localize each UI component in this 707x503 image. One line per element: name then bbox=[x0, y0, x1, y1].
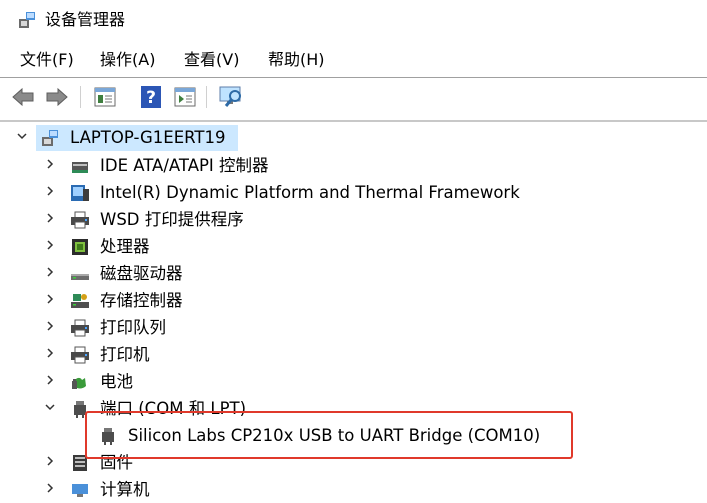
tree-item-label: 计算机 bbox=[100, 480, 150, 499]
device-manager-icon bbox=[19, 12, 35, 28]
computer-icon bbox=[42, 130, 58, 146]
tree-item[interactable]: 打印队列 bbox=[0, 314, 707, 341]
chevron-right-icon[interactable] bbox=[44, 455, 56, 467]
menu-view[interactable]: 查看(V) bbox=[180, 40, 243, 76]
tree-item[interactable]: 存储控制器 bbox=[0, 287, 707, 314]
tree-item[interactable]: 处理器 bbox=[0, 233, 707, 260]
tree-item[interactable]: 磁盘驱动器 bbox=[0, 260, 707, 287]
toolbar-separator bbox=[80, 86, 81, 108]
tree-item-label: Intel(R) Dynamic Platform and Thermal Fr… bbox=[100, 183, 520, 202]
toolbar: ? bbox=[0, 78, 707, 120]
menu-bar: 文件(F) 操作(A) 查看(V) 帮助(H) bbox=[0, 40, 707, 76]
tree-item[interactable]: Intel(R) Dynamic Platform and Thermal Fr… bbox=[0, 179, 707, 206]
tree-item[interactable]: 打印机 bbox=[0, 341, 707, 368]
printer-icon bbox=[71, 319, 89, 337]
battery-icon bbox=[72, 377, 86, 389]
tree-item-label: 磁盘驱动器 bbox=[100, 264, 183, 283]
chevron-down-icon[interactable] bbox=[16, 130, 28, 142]
toolbar-separator bbox=[206, 86, 207, 108]
disk-drive-icon bbox=[71, 274, 89, 280]
tree-item-label: WSD 打印提供程序 bbox=[100, 210, 244, 229]
menu-help[interactable]: 帮助(H) bbox=[264, 40, 329, 76]
tree-item-label: 存储控制器 bbox=[100, 291, 183, 310]
help-icon[interactable]: ? bbox=[138, 84, 164, 110]
annotation-highlight-box bbox=[85, 411, 573, 459]
tree-item[interactable]: WSD 打印提供程序 bbox=[0, 206, 707, 233]
chevron-right-icon[interactable] bbox=[44, 374, 56, 386]
tree-item-label: 电池 bbox=[100, 372, 133, 391]
tree-item[interactable]: 计算机 bbox=[0, 476, 707, 503]
title-bar: 设备管理器 bbox=[0, 0, 707, 40]
processor-icon bbox=[72, 239, 88, 255]
printer-icon bbox=[71, 346, 89, 364]
chevron-right-icon[interactable] bbox=[44, 158, 56, 170]
chevron-right-icon[interactable] bbox=[44, 482, 56, 494]
tree-item[interactable]: 电池 bbox=[0, 368, 707, 395]
chevron-right-icon[interactable] bbox=[44, 185, 56, 197]
svg-text:?: ? bbox=[146, 88, 156, 108]
storage-controller-icon bbox=[71, 294, 89, 308]
tree-item-label: 打印机 bbox=[100, 345, 150, 364]
tree-item-label: 打印队列 bbox=[100, 318, 166, 337]
tree-root[interactable]: LAPTOP-G1EERT19 bbox=[0, 124, 707, 151]
tree-item-label: IDE ATA/ATAPI 控制器 bbox=[100, 156, 269, 175]
forward-arrow-icon[interactable] bbox=[44, 84, 70, 110]
menu-file[interactable]: 文件(F) bbox=[16, 40, 78, 76]
tree-item-label: 处理器 bbox=[100, 237, 150, 256]
chevron-right-icon[interactable] bbox=[44, 266, 56, 278]
tree-item[interactable]: IDE ATA/ATAPI 控制器 bbox=[0, 152, 707, 179]
chevron-right-icon[interactable] bbox=[44, 347, 56, 359]
menu-action[interactable]: 操作(A) bbox=[96, 40, 159, 76]
scan-hardware-icon[interactable] bbox=[218, 84, 244, 110]
chevron-right-icon[interactable] bbox=[44, 212, 56, 224]
ide-controller-icon bbox=[72, 162, 88, 173]
window-title: 设备管理器 bbox=[45, 10, 126, 29]
chevron-right-icon[interactable] bbox=[44, 293, 56, 305]
back-arrow-icon[interactable] bbox=[10, 84, 36, 110]
chevron-right-icon[interactable] bbox=[44, 239, 56, 251]
tree-root-label: LAPTOP-G1EERT19 bbox=[70, 128, 226, 147]
computer-icon bbox=[72, 484, 88, 497]
chevron-down-icon[interactable] bbox=[44, 401, 56, 413]
show-panel-icon[interactable] bbox=[172, 84, 198, 110]
chevron-right-icon[interactable] bbox=[44, 320, 56, 332]
thermal-framework-icon bbox=[71, 185, 89, 201]
printer-icon bbox=[71, 211, 89, 229]
properties-icon[interactable] bbox=[92, 84, 118, 110]
